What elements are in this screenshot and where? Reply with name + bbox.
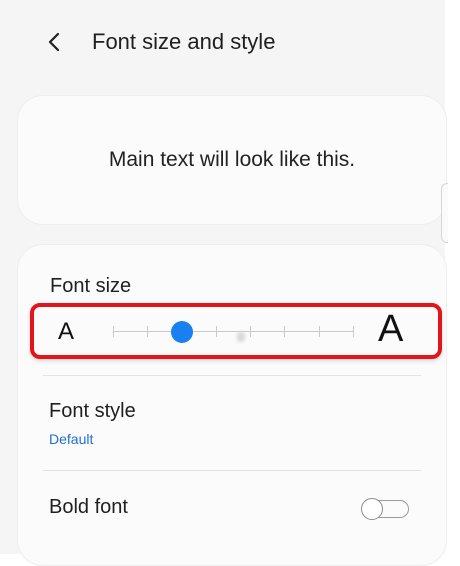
app-bar: Font size and style — [0, 0, 445, 92]
bold-font-toggle[interactable] — [361, 498, 411, 520]
large-a-icon: A — [378, 308, 404, 350]
back-chevron-icon[interactable] — [44, 31, 66, 53]
slider-touch-shadow — [237, 332, 245, 342]
slider-tick — [216, 326, 217, 337]
slider-track — [113, 331, 353, 332]
font-style-value: Default — [49, 431, 94, 447]
slider-tick — [147, 326, 148, 337]
slider-tick — [113, 326, 114, 337]
slider-tick — [319, 326, 320, 337]
edge-panel-handle[interactable] — [441, 183, 448, 243]
slider-tick — [250, 326, 251, 337]
slider-tick — [284, 326, 285, 337]
bold-font-row[interactable]: Bold font — [43, 472, 421, 542]
font-style-label: Font style — [49, 400, 136, 422]
preview-text: Main text will look like this. — [108, 148, 356, 171]
toggle-knob — [361, 498, 383, 520]
divider — [43, 470, 421, 471]
font-size-slider[interactable] — [113, 320, 354, 344]
divider — [43, 375, 421, 376]
font-size-label: Font size — [50, 275, 132, 297]
settings-screen: Font size and style Main text will look … — [0, 0, 447, 566]
preview-card: Main text will look like this. — [17, 95, 447, 225]
slider-tick — [353, 326, 354, 337]
small-a-icon: A — [58, 318, 75, 345]
slider-thumb[interactable] — [171, 321, 193, 343]
bold-font-label: Bold font — [49, 496, 128, 518]
page-title: Font size and style — [92, 29, 276, 54]
